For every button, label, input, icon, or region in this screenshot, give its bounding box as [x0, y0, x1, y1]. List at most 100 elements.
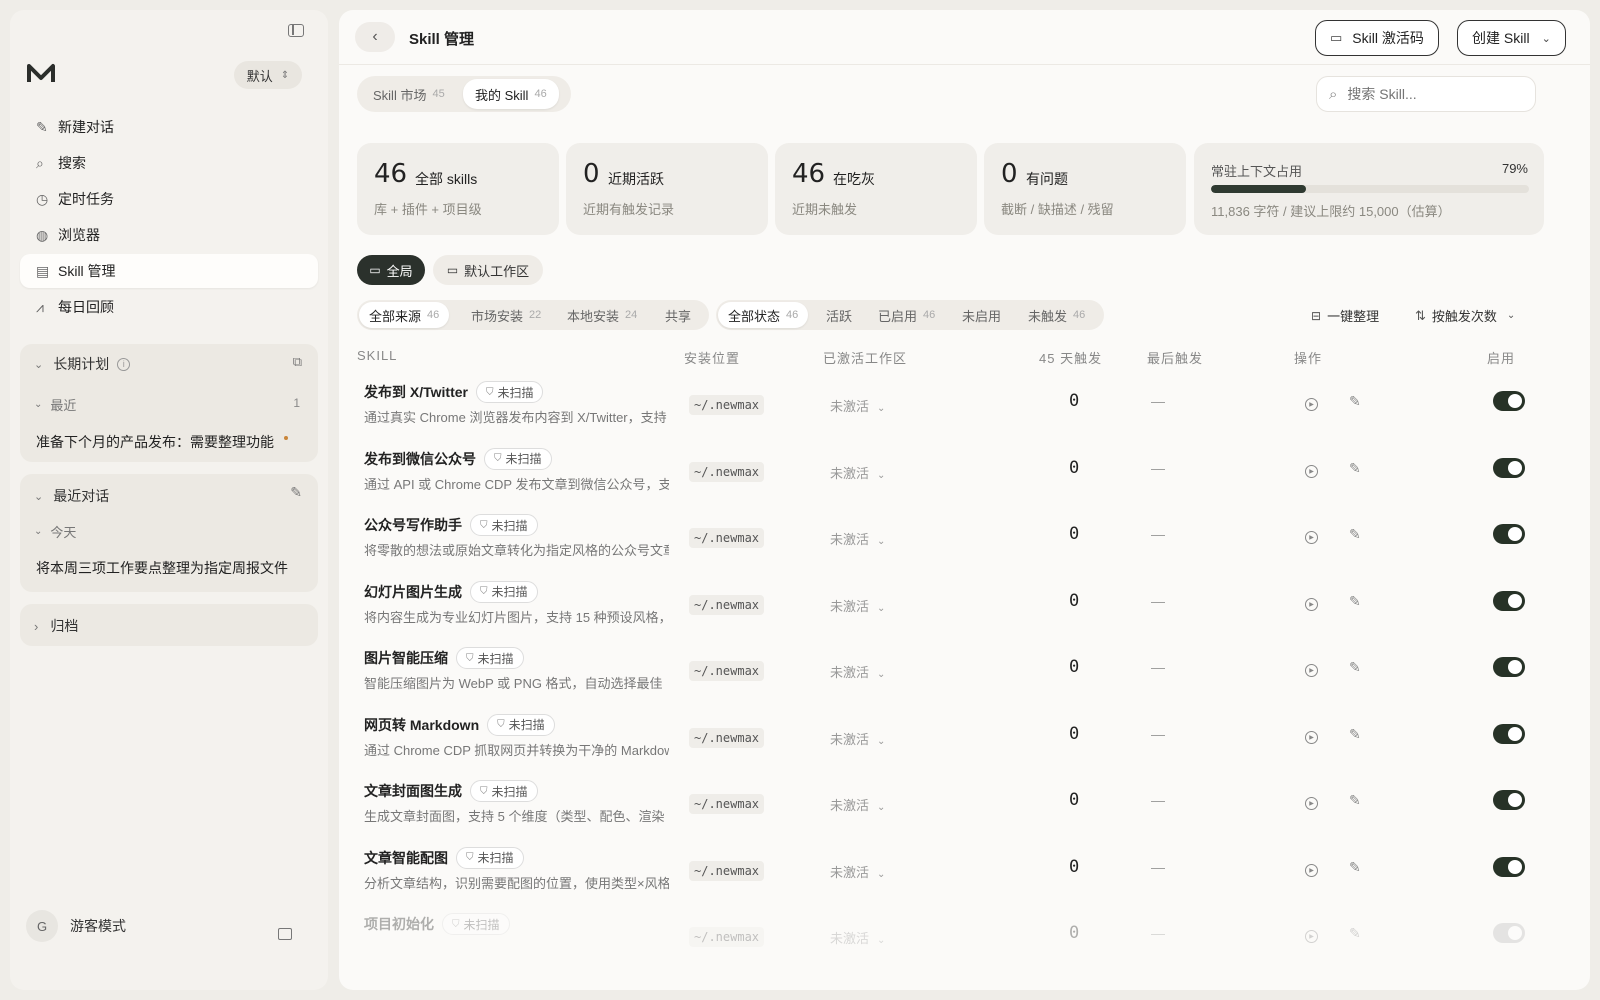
chevron-down-icon: ⌄ [877, 802, 886, 813]
nav-scheduled-tasks[interactable]: ◷ 定时任务 [20, 182, 318, 216]
organize-button[interactable]: ⊟ 一键整理 [1311, 306, 1379, 325]
install-location: ~/.newmax [689, 927, 765, 947]
recent-group[interactable]: ⌄ 最近 [34, 395, 76, 414]
updown-icon: ⇕ [280, 69, 290, 81]
new-chat-icon[interactable]: ✎ [290, 484, 302, 501]
trigger-count: 0 [1069, 790, 1080, 810]
run-icon[interactable]: ▶ [1305, 728, 1318, 744]
edit-icon[interactable]: ✎ [1349, 726, 1361, 743]
enable-toggle[interactable] [1493, 723, 1525, 744]
edit-icon[interactable]: ✎ [1349, 593, 1361, 610]
filter-not-triggered[interactable]: 未触发 46 [1018, 302, 1095, 328]
workspace-dropdown[interactable]: 未激活 ⌄ [830, 862, 885, 881]
tab-skill-market[interactable]: Skill 市场 45 [359, 79, 459, 109]
run-icon[interactable]: ▶ [1305, 395, 1318, 411]
table-row[interactable]: 公众号写作助手 ⛉ 未扫描 将零散的想法或原始文章转化为指定风格的公众号文章 ~/.ne… [339, 508, 1590, 574]
filter-shared[interactable]: 共享 [655, 302, 701, 328]
edit-icon[interactable]: ✎ [1349, 859, 1361, 876]
enable-toggle[interactable] [1493, 657, 1525, 677]
long-plan-header[interactable]: ⌄ 长期计划 i [34, 354, 131, 374]
col-skill: SKILL [357, 348, 398, 363]
run-icon[interactable]: ▶ [1305, 528, 1318, 544]
scope-global-button[interactable]: ▭ 全局 [357, 255, 425, 285]
filter-disabled[interactable]: 未启用 [952, 302, 1011, 328]
edit-icon[interactable]: ✎ [1349, 659, 1361, 676]
back-button[interactable]: ‹ [355, 22, 395, 52]
filter-local-installed[interactable]: 本地安装 24 [557, 302, 647, 328]
edit-icon[interactable]: ✎ [1349, 925, 1361, 942]
stat-number: 0 [1001, 159, 1018, 189]
filter-enabled[interactable]: 已启用 46 [868, 302, 945, 328]
search-box[interactable]: ⌕ [1316, 76, 1536, 112]
run-icon[interactable]: ▶ [1305, 462, 1318, 478]
workspace-dropdown[interactable]: 未激活 ⌄ [830, 729, 885, 748]
table-row[interactable]: 文章封面图生成 ⛉ 未扫描 生成文章封面图，支持 5 个维度（类型、配色、渲染 ~/.n… [339, 774, 1590, 840]
enable-toggle[interactable] [1493, 590, 1525, 611]
nav-skill-management[interactable]: ▤ Skill 管理 [20, 254, 318, 288]
run-icon[interactable]: ▶ [1305, 794, 1318, 810]
enable-toggle[interactable] [1493, 391, 1525, 411]
nav-browser[interactable]: ◍ 浏览器 [20, 218, 318, 252]
nav-new-chat[interactable]: ✎ 新建对话 [20, 110, 318, 144]
today-group[interactable]: ⌄ 今天 [34, 522, 76, 541]
workspace-dropdown[interactable]: 未激活 ⌄ [830, 396, 885, 415]
stat-label: 近期活跃 [608, 171, 664, 187]
new-plan-icon[interactable]: ⧉ [293, 354, 302, 370]
workspace-dropdown[interactable]: 未激活 ⌄ [830, 795, 885, 814]
col-workspace: 已激活工作区 [823, 351, 908, 366]
tab-my-skill[interactable]: 我的 Skill 46 [463, 79, 559, 109]
filter-market-installed[interactable]: 市场安装 22 [461, 302, 551, 328]
edit-icon[interactable]: ✎ [1349, 393, 1361, 410]
search-icon: ⌕ [1329, 85, 1338, 103]
sort-button[interactable]: ⇅ 按触发次数 ⌄ [1415, 306, 1515, 325]
workspace-dropdown[interactable]: 未激活 ⌄ [830, 928, 885, 947]
plan-item[interactable]: 准备下个月的产品发布：需要整理功能 [36, 432, 276, 452]
user-profile[interactable]: G 游客模式 [26, 910, 126, 942]
skill-name: 发布到微信公众号 [364, 450, 476, 467]
scope-workspace-button[interactable]: ▭ 默认工作区 [433, 255, 543, 285]
archive-section[interactable]: › 归档 [20, 604, 318, 646]
workspace-dropdown[interactable]: 未激活 ⌄ [830, 596, 885, 615]
workspace-selector[interactable]: 默认 ⇕ [234, 61, 302, 89]
table-row[interactable]: 发布到微信公众号 ⛉ 未扫描 通过 API 或 Chrome CDP 发布文章到微信公… [339, 442, 1590, 508]
nav-search[interactable]: ⌕ 搜索 [20, 146, 318, 180]
edit-icon[interactable]: ✎ [1349, 460, 1361, 477]
chevron-down-icon: ⌄ [877, 868, 886, 880]
filter-all-sources[interactable]: 全部来源 46 [359, 302, 450, 328]
activation-code-button[interactable]: ▭ Skill 激活码 [1315, 20, 1439, 56]
table-row[interactable]: 文章智能配图 ⛉ 未扫描 分析文章结构，识别需要配图的位置，使用类型×风格 ~/.new… [339, 841, 1590, 907]
table-row[interactable]: 幻灯片图片生成 ⛉ 未扫描 将内容生成为专业幻灯片图片，支持 15 种预设风格， ~/.… [339, 575, 1590, 641]
shield-icon: ⛉ [480, 519, 488, 531]
enable-toggle[interactable] [1493, 856, 1525, 877]
create-skill-button[interactable]: 创建 Skill ⌄ [1457, 20, 1566, 56]
table-row[interactable]: 网页转 Markdown ⛉ 未扫描 通过 Chrome CDP 抓取网页并转换为干净… [339, 708, 1590, 774]
archive-header[interactable]: › 归档 [34, 616, 78, 636]
run-icon[interactable]: ▶ [1305, 595, 1318, 611]
table-row[interactable]: 项目初始化 ⛉ 未扫描 ~/.newmax 未激活 ⌄ 0 — ▶ ✎ [339, 907, 1590, 973]
recent-title: 最近对话 [53, 488, 110, 504]
recent-header[interactable]: ⌄ 最近对话 [34, 486, 109, 506]
stat-label: 在吃灰 [833, 171, 875, 187]
nav-daily-review[interactable]: ⩘ 每日回顾 [20, 290, 318, 324]
table-row[interactable]: 发布到 X/Twitter ⛉ 未扫描 通过真实 Chrome 浏览器发布内容到 X/… [339, 375, 1590, 441]
workspace-dropdown[interactable]: 未激活 ⌄ [830, 529, 885, 548]
edit-icon[interactable]: ✎ [1349, 792, 1361, 809]
workspace-dropdown[interactable]: 未激活 ⌄ [830, 463, 885, 482]
enable-toggle[interactable] [1493, 457, 1525, 478]
search-input[interactable] [1347, 86, 1508, 102]
feedback-icon[interactable] [278, 928, 292, 940]
enable-toggle[interactable] [1493, 923, 1525, 943]
run-icon[interactable]: ▶ [1305, 861, 1318, 877]
workspace-dropdown[interactable]: 未激活 ⌄ [830, 662, 885, 681]
chat-item[interactable]: 将本周三项工作要点整理为指定周报文件 [36, 558, 288, 578]
enable-toggle[interactable] [1493, 790, 1525, 810]
edit-icon[interactable]: ✎ [1349, 526, 1361, 543]
filter-all-status[interactable]: 全部状态 46 [718, 302, 809, 328]
sidebar-toggle-icon[interactable] [288, 24, 304, 37]
enable-toggle[interactable] [1493, 524, 1525, 544]
run-icon[interactable]: ▶ [1305, 927, 1318, 943]
organize-label: 一键整理 [1327, 309, 1380, 324]
table-row[interactable]: 图片智能压缩 ⛉ 未扫描 智能压缩图片为 WebP 或 PNG 格式，自动选择最佳 ~/… [339, 641, 1590, 707]
run-icon[interactable]: ▶ [1305, 661, 1318, 677]
filter-active[interactable]: 活跃 [816, 302, 862, 328]
